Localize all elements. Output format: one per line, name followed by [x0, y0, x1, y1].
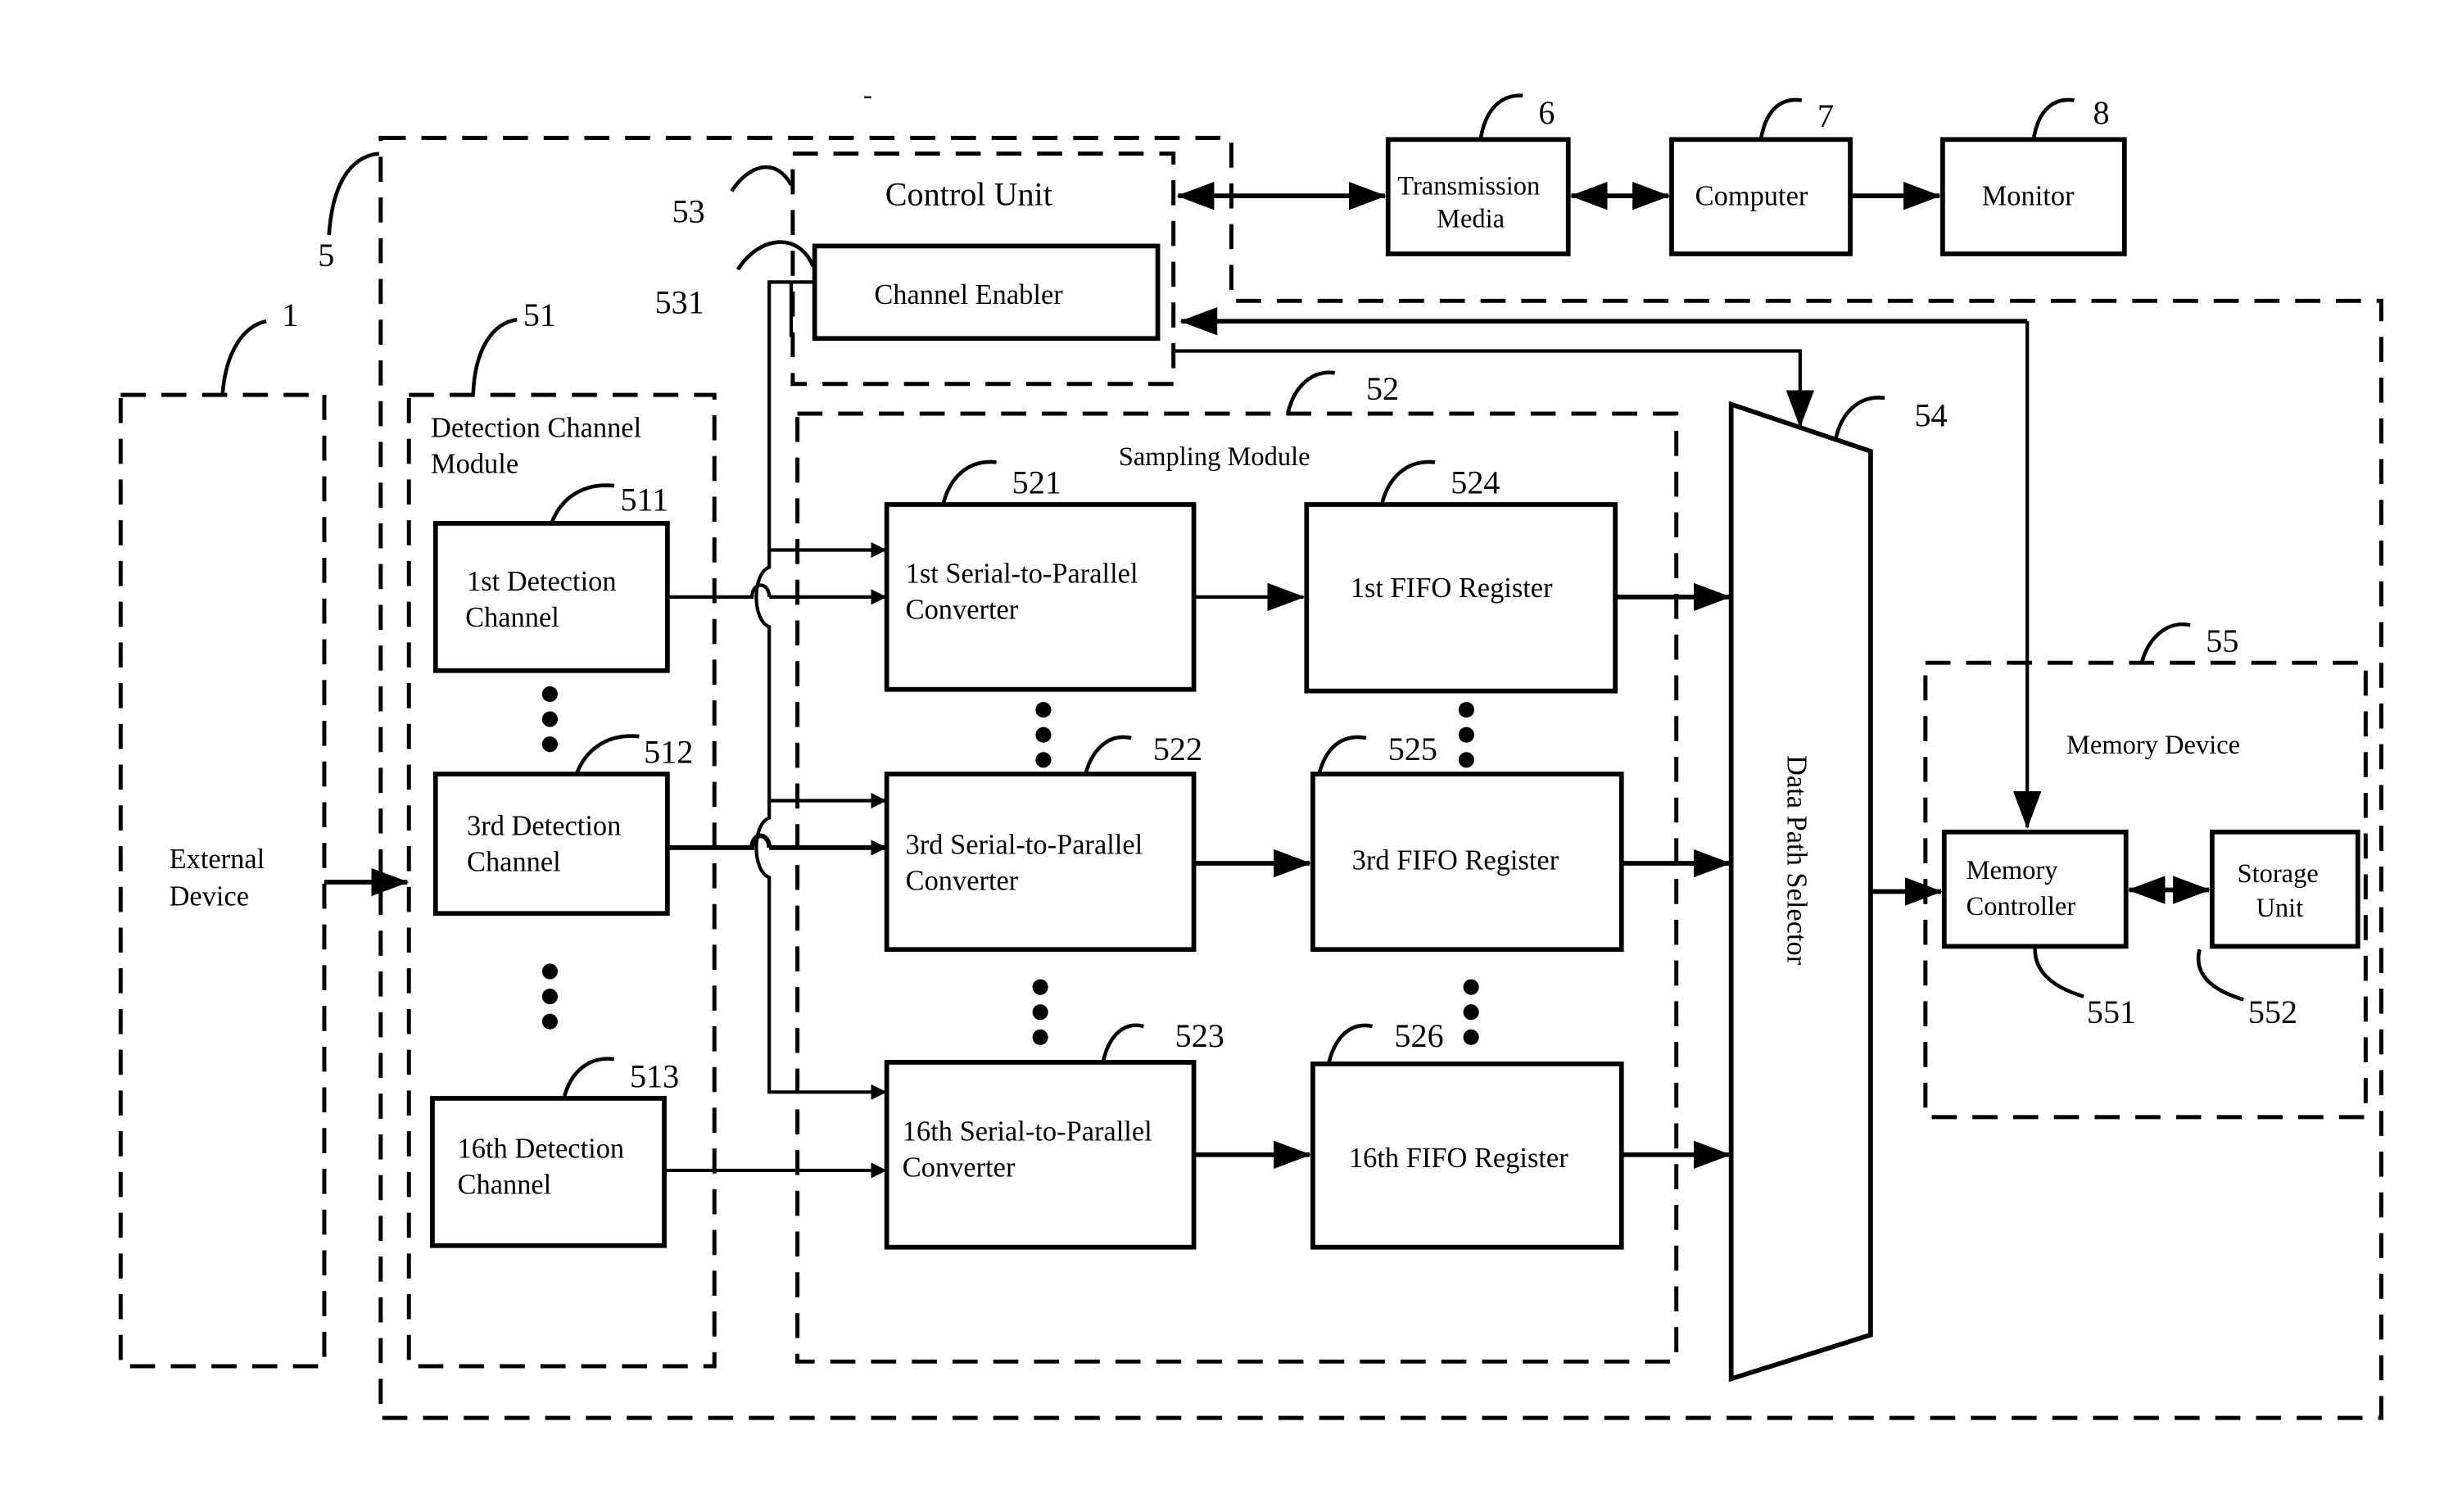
external-device-label-2: Device: [170, 881, 249, 912]
converter-16-label-2: Converter: [903, 1152, 1016, 1184]
fifo-register-3-ref: 525: [1388, 731, 1437, 767]
detection-channel-16-ref: 513: [630, 1058, 679, 1095]
monitor-label: Monitor: [1982, 181, 2075, 212]
detection-channel-16-label-2: Channel: [458, 1170, 552, 1201]
control-unit-ref: 53: [672, 193, 705, 230]
transmission-media-label: Transmission: [1397, 171, 1540, 201]
channel-1-to-converter-arrow: [667, 586, 885, 597]
system-leader: [327, 152, 380, 236]
memory-device-ref: 55: [2206, 622, 2238, 659]
converter-3-ref: 522: [1153, 731, 1202, 767]
memory-device-label: Memory Device: [2066, 731, 2240, 760]
sampling-module-ref: 52: [1366, 370, 1399, 407]
monitor-leader: [2031, 97, 2075, 140]
detection-channel-16-label: 16th Detection: [458, 1134, 625, 1165]
stray-mark: -: [863, 80, 872, 110]
detection-channel-1: 511 1st Detection Channel: [432, 482, 670, 673]
detection-channel-16: 513 16th Detection Channel: [430, 1057, 679, 1248]
storage-unit-ref: 552: [2248, 994, 2297, 1030]
memory-controller-ref: 551: [2087, 994, 2136, 1030]
sampling-module-leader: [1286, 370, 1336, 414]
storage-unit-box: [2210, 829, 2360, 949]
monitor-ref: 8: [2093, 94, 2110, 131]
channel-enabler-label: Channel Enabler: [874, 279, 1063, 310]
channel-enabler-leader: [736, 240, 815, 271]
converter-16-ref: 523: [1175, 1017, 1224, 1054]
fifo-register-16: 526 16th FIFO Register: [1310, 1017, 1624, 1250]
sampling-module-label: Sampling Module: [1119, 442, 1310, 472]
system-ref: 5: [318, 237, 334, 274]
block-diagram: 5 - 1 External Device 51 Detection Chann…: [118, 80, 2383, 1420]
computer-label: Computer: [1695, 181, 1808, 212]
fifo-register-1-label: 1st FIFO Register: [1351, 573, 1553, 604]
detection-channel-1-label: 1st Detection: [467, 566, 617, 597]
ellipsis-dots-converters-1: [1035, 702, 1052, 768]
fifo-register-16-label: 16th FIFO Register: [1349, 1143, 1568, 1174]
storage-unit-label: Storage: [2238, 859, 2319, 889]
ellipsis-dots-channels-2: [541, 963, 558, 1030]
converter-16: 523 16th Serial-to-Parallel Converter: [884, 1017, 1224, 1250]
detection-channel-1-label-2: Channel: [465, 602, 559, 633]
converter-1: 521 1st Serial-to-Parallel Converter: [884, 459, 1197, 692]
memory-device-leader: [2139, 622, 2191, 663]
external-device-leader: [220, 319, 267, 396]
detection-module-label-2: Module: [431, 449, 518, 480]
data-path-selector-leader: [1834, 396, 1885, 438]
converter-1-label: 1st Serial-to-Parallel: [906, 559, 1138, 590]
data-path-selector-ref: 54: [1914, 396, 1947, 433]
detection-channel-1-ref: 511: [620, 482, 668, 518]
fifo-register-3-label: 3rd FIFO Register: [1352, 845, 1559, 876]
ellipsis-dots-fifos-1: [1458, 702, 1474, 768]
storage-unit-label-2: Unit: [2256, 894, 2303, 923]
memory-controller-label: Memory: [1967, 856, 2059, 885]
enable-line-to-converter-3: [754, 550, 887, 809]
detection-channel-3-label: 3rd Detection: [467, 811, 621, 842]
memory-controller-box: [1941, 829, 2129, 949]
channel-enabler-ref: 531: [655, 284, 704, 321]
computer-ref: 7: [1817, 97, 1834, 134]
fifo-register-16-ref: 526: [1394, 1017, 1443, 1054]
detection-module-leader: [471, 318, 518, 396]
transmission-media-leader: [1478, 93, 1523, 140]
memory-controller-label-2: Controller: [1967, 892, 2076, 921]
converter-1-label-2: Converter: [906, 595, 1019, 626]
external-device-ref: 1: [282, 297, 298, 333]
fifo-register-1-ref: 524: [1451, 464, 1500, 501]
data-path-selector-label: Data Path Selector: [1781, 755, 1813, 966]
fifo-register-1: 524 1st FIFO Register: [1304, 459, 1618, 694]
computer-leader: [1758, 97, 1803, 140]
detection-channel-3-ref: 512: [644, 734, 693, 771]
control-unit-label: Control Unit: [885, 176, 1052, 213]
enable-line-to-converter-16: [754, 800, 887, 1100]
channel-3-to-converter-arrow: [667, 836, 885, 848]
converter-1-ref: 521: [1012, 464, 1061, 501]
converter-3-label-2: Converter: [906, 866, 1019, 897]
control-unit-leader: [730, 165, 793, 192]
memory-controller-leader: [2033, 946, 2084, 998]
converter-16-label: 16th Serial-to-Parallel: [903, 1116, 1152, 1148]
detection-module-ref: 51: [523, 297, 556, 333]
ellipsis-dots-converters-2: [1032, 979, 1048, 1045]
external-device-label: External: [170, 844, 265, 875]
storage-unit-leader: [2196, 948, 2244, 1002]
transmission-media-label-2: Media: [1437, 204, 1505, 233]
transmission-media-ref: 6: [1538, 94, 1555, 131]
detection-module-label: Detection Channel: [431, 413, 641, 444]
detection-channel-3-label-2: Channel: [467, 847, 561, 878]
detection-channel-3: 512 3rd Detection Channel: [432, 734, 693, 917]
ellipsis-dots-channels-1: [541, 686, 558, 753]
converter-3-label: 3rd Serial-to-Parallel: [906, 830, 1143, 861]
ellipsis-dots-fifos-2: [1463, 979, 1479, 1045]
